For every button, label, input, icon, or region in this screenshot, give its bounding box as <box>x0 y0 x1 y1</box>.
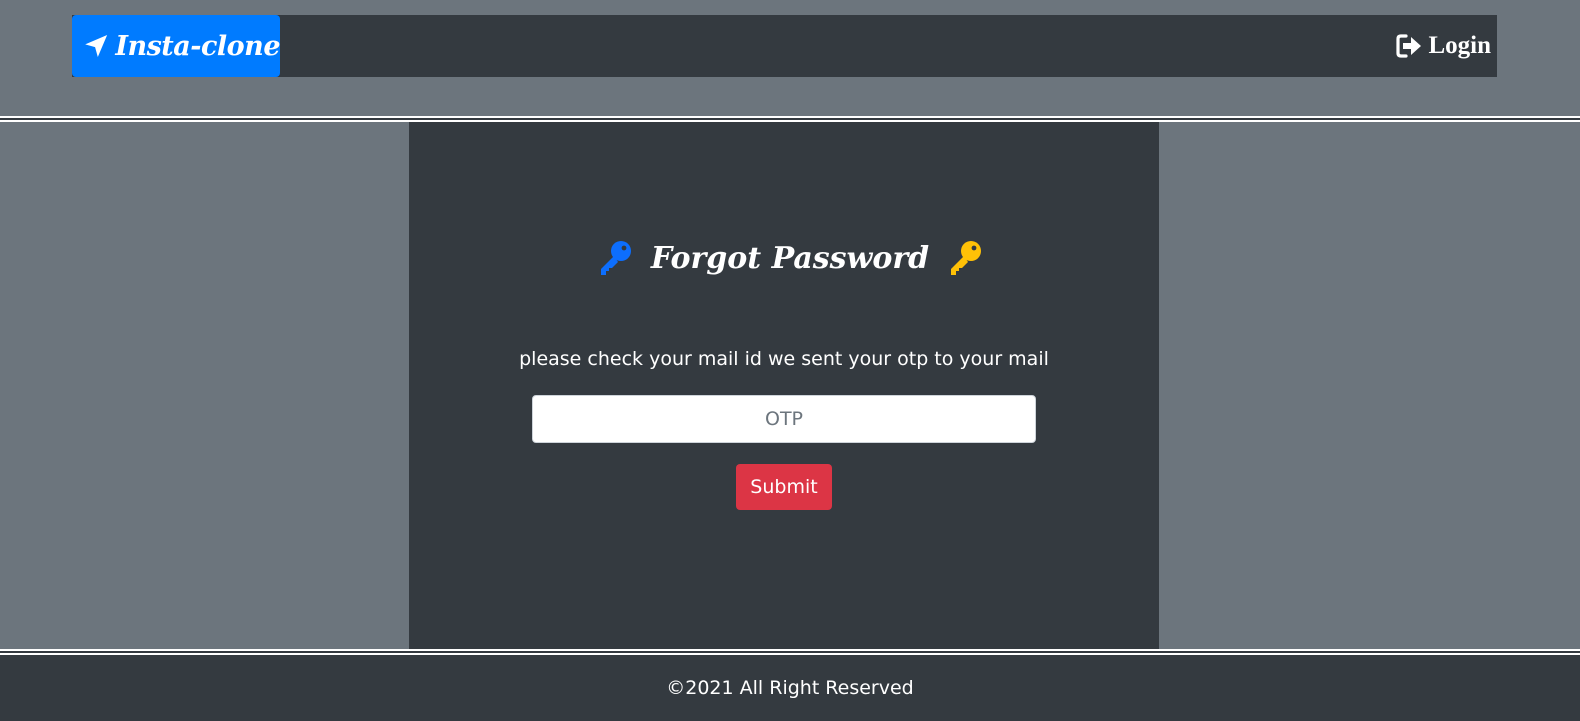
submit-button[interactable]: Submit <box>736 464 832 510</box>
footer: ©2021 All Right Reserved <box>0 655 1580 721</box>
navbar: Insta-clone Login <box>72 15 1497 77</box>
brand-link[interactable]: Insta-clone <box>72 15 280 77</box>
otp-instruction: please check your mail id we sent your o… <box>519 348 1049 370</box>
page-title: Forgot Password <box>650 240 930 276</box>
key-icon <box>951 241 982 275</box>
sign-in-icon <box>1396 34 1422 58</box>
login-link[interactable]: Login <box>1395 15 1491 77</box>
brand-name: Insta-clone <box>115 30 280 62</box>
copyright-text: ©2021 All Right Reserved <box>666 677 914 699</box>
form-title-row: Forgot Password <box>0 238 1580 278</box>
key-icon <box>600 241 631 275</box>
forgot-password-panel <box>409 122 1159 649</box>
paper-plane-icon <box>85 35 108 57</box>
login-label: Login <box>1428 32 1491 59</box>
otp-input[interactable] <box>532 395 1036 443</box>
